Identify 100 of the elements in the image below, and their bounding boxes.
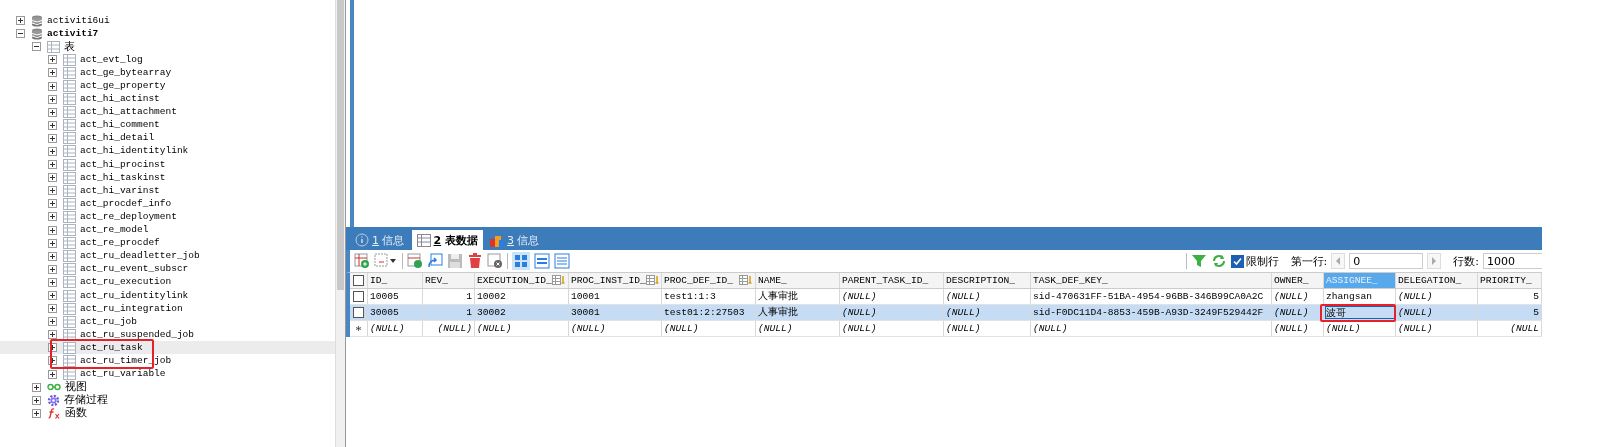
expand-icon[interactable]	[48, 186, 57, 196]
expand-icon[interactable]	[48, 94, 57, 104]
expand-icon[interactable]	[48, 81, 57, 91]
expand-icon[interactable]	[48, 264, 57, 274]
column-header[interactable]: DELEGATION_	[1396, 273, 1478, 288]
column-header[interactable]: DESCRIPTION_	[944, 273, 1031, 288]
expand-icon[interactable]	[48, 160, 57, 170]
column-header[interactable]: TASK_DEF_KEY_	[1031, 273, 1272, 288]
column-header[interactable]: REV_	[423, 273, 475, 288]
expand-icon[interactable]	[48, 343, 57, 353]
table-cell: (NULL)	[569, 321, 662, 336]
tree-item[interactable]: act_hi_comment	[0, 118, 335, 132]
result-tab[interactable]: 3 信息	[485, 230, 545, 250]
column-header[interactable]: ID_	[368, 273, 423, 288]
tree-item[interactable]: act_ru_event_subscr	[0, 262, 335, 276]
table-cell: (NULL)	[1396, 305, 1478, 320]
expand-icon[interactable]	[32, 382, 41, 392]
column-header[interactable]: PROC_DEF_ID_	[662, 273, 756, 288]
expand-icon[interactable]	[48, 238, 57, 248]
row-checkbox[interactable]	[353, 307, 364, 318]
select-all-checkbox[interactable]	[353, 275, 364, 286]
expand-icon[interactable]	[48, 68, 57, 78]
tree-item[interactable]: act_procdef_info	[0, 197, 335, 211]
tree-item[interactable]: act_hi_attachment	[0, 105, 335, 119]
table-cell: (NULL)	[475, 321, 569, 336]
tree-item[interactable]: act_ru_execution	[0, 275, 335, 289]
scrollbar-thumb[interactable]	[337, 0, 344, 290]
tree-item[interactable]: activiti7	[0, 27, 335, 41]
table-cell: sid-F0DC11D4-8853-459B-A93D-3249F529442F	[1031, 305, 1272, 320]
expand-icon[interactable]	[16, 16, 25, 26]
tree-item[interactable]: act_ru_variable	[0, 367, 335, 381]
collapse-icon[interactable]	[16, 29, 25, 39]
tree-item[interactable]: act_ru_deadletter_job	[0, 249, 335, 263]
tree-item[interactable]: 视图	[0, 380, 335, 394]
limit-rows-checkbox[interactable]: 限制行	[1230, 253, 1279, 269]
tree-item[interactable]: act_ru_integration	[0, 302, 335, 316]
expand-icon[interactable]	[48, 317, 57, 327]
tree-item[interactable]: 表	[0, 40, 335, 54]
tree-item[interactable]: act_ru_identitylink	[0, 288, 335, 303]
tree-item[interactable]: act_ge_property	[0, 79, 335, 93]
dropdown-icon[interactable]	[374, 253, 398, 269]
tree-item[interactable]: act_ru_task	[0, 341, 335, 355]
tree-item[interactable]: act_hi_taskinst	[0, 171, 335, 185]
filter-icon[interactable]	[1190, 253, 1207, 269]
tree-item[interactable]: act_hi_varinst	[0, 184, 335, 198]
tree-item[interactable]: act_hi_procinst	[0, 158, 335, 172]
expand-icon[interactable]	[48, 291, 57, 300]
tree-item[interactable]: act_ru_suspended_job	[0, 328, 335, 342]
add-row-icon[interactable]	[354, 253, 370, 269]
tree-item[interactable]: 函数	[0, 406, 335, 420]
tree-item[interactable]: act_hi_detail	[0, 131, 335, 145]
column-header[interactable]: NAME_	[756, 273, 840, 288]
result-tab[interactable]: 1 信息	[350, 230, 410, 250]
tree-item[interactable]: act_re_model	[0, 223, 335, 237]
tree-item[interactable]: act_evt_log	[0, 53, 335, 67]
table-row[interactable]: (NULL) (NULL) (NULL) (NULL) (NULL) (NULL) (NULL) (NULL) (NULL) (NULL) (NULL) (NULL) (NULL	[350, 321, 1542, 337]
tree-item[interactable]: act_hi_actinst	[0, 92, 335, 106]
tree-item[interactable]: act_ru_job	[0, 315, 335, 329]
tree-item[interactable]: act_re_procdef	[0, 236, 335, 250]
expand-icon[interactable]	[48, 330, 57, 340]
tree-item[interactable]: act_re_deployment	[0, 210, 335, 224]
column-header[interactable]: PARENT_TASK_ID_	[840, 273, 944, 288]
tree-item[interactable]: act_ge_bytearray	[0, 66, 335, 80]
row-checkbox[interactable]	[353, 291, 364, 302]
column-header[interactable]: PROC_INST_ID_	[569, 273, 662, 288]
expand-icon[interactable]	[48, 277, 57, 287]
grid-view-icon[interactable]	[512, 252, 530, 270]
expand-icon[interactable]	[48, 369, 57, 379]
expand-icon[interactable]	[48, 107, 57, 117]
expand-icon[interactable]	[48, 147, 57, 156]
expand-icon[interactable]	[48, 133, 57, 143]
row-count-field[interactable]: 1000	[1483, 253, 1542, 269]
scrollbar[interactable]	[335, 0, 345, 447]
expand-icon[interactable]	[48, 212, 57, 222]
expand-icon[interactable]	[32, 395, 41, 405]
expand-icon[interactable]	[48, 173, 57, 183]
expand-icon[interactable]	[48, 225, 57, 235]
expand-icon[interactable]	[48, 356, 57, 366]
column-header[interactable]: PRIORITY_	[1478, 273, 1542, 288]
copy-row-icon[interactable]	[407, 253, 423, 269]
refresh-icon[interactable]	[427, 253, 443, 269]
tree-item[interactable]: activiti6ui	[0, 14, 335, 28]
collapse-icon[interactable]	[32, 42, 41, 52]
table-cell: 5	[1478, 305, 1542, 320]
expand-icon[interactable]	[48, 199, 57, 209]
form-view-icon[interactable]	[534, 253, 550, 269]
expand-icon[interactable]	[48, 304, 57, 314]
result-tab[interactable]: 2 表数据	[411, 230, 483, 250]
column-header[interactable]: EXECUTION_ID_	[475, 273, 569, 288]
refresh-icon[interactable]	[1210, 253, 1227, 269]
expand-icon[interactable]	[48, 251, 57, 261]
expand-icon[interactable]	[48, 55, 57, 65]
tree-item[interactable]: 存储过程	[0, 393, 335, 407]
tree-item[interactable]: act_hi_identitylink	[0, 144, 335, 159]
table-row[interactable]: 30005 1 30002 30001 test01:2:27503 人事审批 (NULL) (NULL) sid-F0DC11D4-8853-459B-A93D-3249F529442F (NULL) 波哥 (NULL) 5	[350, 305, 1542, 321]
first-row-field[interactable]: 0	[1349, 253, 1424, 269]
delete-icon[interactable]	[467, 253, 483, 269]
expand-icon[interactable]	[32, 408, 41, 418]
expand-icon[interactable]	[48, 120, 57, 130]
cancel-icon[interactable]	[487, 253, 503, 269]
